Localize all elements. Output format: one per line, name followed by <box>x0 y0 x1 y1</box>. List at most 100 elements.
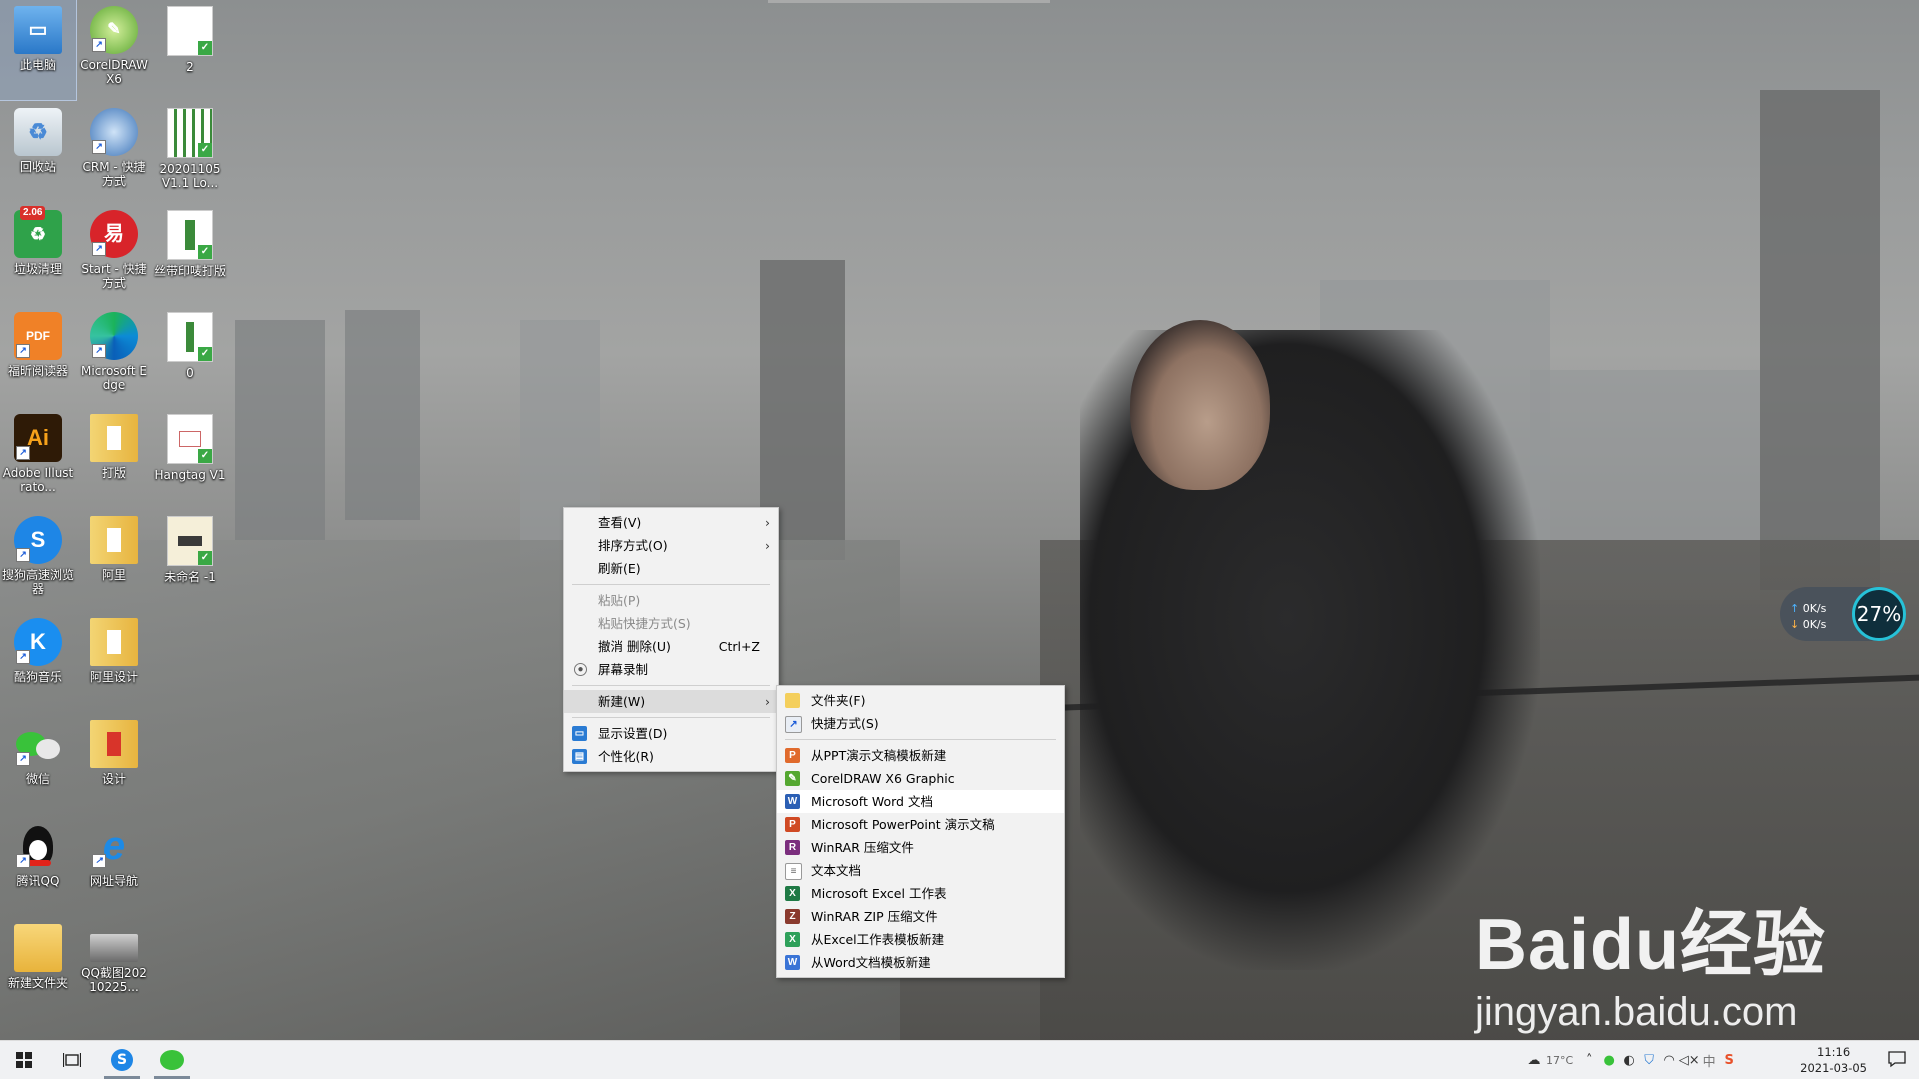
menu-separator <box>572 717 770 718</box>
tray-expand-chevron-icon[interactable]: ˄ <box>1579 1050 1599 1070</box>
cdr-file-icon: ✓ <box>167 6 213 56</box>
desktop-icon-file-20201105[interactable]: ✓ 20201105 V1.1 Lo... <box>152 102 228 202</box>
menu-item-label: 显示设置(D) <box>598 726 668 741</box>
menu-item-label: 粘贴(P) <box>598 593 641 608</box>
shield-icon[interactable]: ⛉ <box>1639 1050 1659 1070</box>
menu-item-personalize[interactable]: ▤ 个性化(R) <box>564 745 778 768</box>
new-item-winrar-zip[interactable]: Z WinRAR ZIP 压缩文件 <box>777 905 1064 928</box>
desktop-icon-wechat[interactable]: ↗ 微信 <box>0 714 76 814</box>
network-rates: ↑ 0K/s ↓ 0K/s <box>1790 601 1826 633</box>
new-item-coreldraw[interactable]: ✎ CorelDRAW X6 Graphic <box>777 767 1064 790</box>
taskbar-wechat[interactable] <box>148 1041 196 1079</box>
desktop-icon-qq-screenshot[interactable]: QQ截图20210225... <box>76 918 152 1018</box>
folder-icon <box>90 618 138 666</box>
menu-item-undo-delete[interactable]: 撤消 删除(U) Ctrl+Z <box>564 635 778 658</box>
desktop-icon-cleaner[interactable]: ♻ 2.06 垃圾清理 <box>0 204 76 304</box>
new-item-word[interactable]: W Microsoft Word 文档 <box>777 790 1064 813</box>
wifi-icon[interactable]: ◠ <box>1659 1050 1679 1070</box>
taskbar-clock[interactable]: 11:16 2021-03-05 <box>1800 1044 1867 1076</box>
desktop-icon-label: 网址导航 <box>89 874 138 888</box>
task-view-button[interactable] <box>48 1041 96 1079</box>
menu-item-label: WinRAR 压缩文件 <box>811 840 914 855</box>
desktop-icon-label: CRM - 快捷方式 <box>82 160 146 188</box>
display-icon: ▭ <box>572 726 587 741</box>
menu-item-screen-record[interactable]: ● 屏幕录制 <box>564 658 778 681</box>
desktop-icon-label: 打版 <box>101 466 126 480</box>
desktop-icon-design[interactable]: 设计 <box>76 714 152 814</box>
desktop-icon-foxit[interactable]: PDF ↗ 福昕阅读器 <box>0 306 76 406</box>
desktop-icon-label: 未命名 -1 <box>164 570 216 584</box>
menu-item-view[interactable]: 查看(V) › <box>564 511 778 534</box>
menu-item-display-settings[interactable]: ▭ 显示设置(D) <box>564 722 778 745</box>
volume-mute-icon[interactable]: ◁× <box>1679 1050 1700 1070</box>
desktop-icon-kugou[interactable]: K ↗ 酷狗音乐 <box>0 612 76 712</box>
cpu-usage-ring: 27% <box>1852 587 1906 641</box>
menu-item-label: 文件夹(F) <box>811 693 866 708</box>
menu-item-label: 排序方式(O) <box>598 538 668 553</box>
wechat-icon: ↗ <box>14 720 62 768</box>
desktop-icon-label: Hangtag V1 <box>154 468 226 482</box>
notification-center-button[interactable] <box>1887 1049 1909 1071</box>
taskbar: S ☁ 17°C ˄ ● ◐ ⛉ ◠ ◁× 中 S 11:16 2021-03-… <box>0 1040 1919 1079</box>
folder-icon <box>90 516 138 564</box>
desktop-icon-start[interactable]: 易 ↗ Start - 快捷方式 <box>76 204 152 304</box>
new-item-word-template[interactable]: W 从Word文档模板新建 <box>777 951 1064 974</box>
weather-cloud-icon[interactable]: ☁ <box>1522 1050 1546 1070</box>
new-item-excel-template[interactable]: X 从Excel工作表模板新建 <box>777 928 1064 951</box>
desktop-icon-label: 垃圾清理 <box>13 262 62 276</box>
desktop-icon-file-2[interactable]: ✓ 2 <box>152 0 228 100</box>
globe-icon: ↗ <box>90 108 138 156</box>
desktop-icon-illustrator[interactable]: Ai ↗ Adobe Illustrato... <box>0 408 76 508</box>
desktop-icon-untitled[interactable]: ✓ 未命名 -1 <box>152 510 228 610</box>
desktop-icon-qq[interactable]: ↗ 腾讯QQ <box>0 816 76 916</box>
upload-rate: 0K/s <box>1802 602 1827 615</box>
desktop-icon-label: 0 <box>186 366 194 380</box>
network-speed-widget[interactable]: ↑ 0K/s ↓ 0K/s 27% <box>1780 587 1906 641</box>
desktop-icon-recycle-bin[interactable]: ♻ 回收站 <box>0 102 76 202</box>
sogou-browser-icon: S ↗ <box>14 516 62 564</box>
desktop-icon-label: Adobe Illustrato... <box>2 466 74 494</box>
wechat-tray-icon[interactable]: ● <box>1599 1050 1619 1070</box>
desktop-icon-crm[interactable]: ↗ CRM - 快捷方式 <box>76 102 152 202</box>
taskbar-sogou-browser[interactable]: S <box>98 1041 146 1079</box>
menu-item-refresh[interactable]: 刷新(E) <box>564 557 778 580</box>
desktop-icon-label: 此电脑 <box>19 58 56 72</box>
desktop-icon-label: 搜狗高速浏览器 <box>2 568 75 596</box>
new-item-ppt-template[interactable]: P 从PPT演示文稿模板新建 <box>777 744 1064 767</box>
desktop-icon-ali[interactable]: 阿里 <box>76 510 152 610</box>
new-item-folder[interactable]: 文件夹(F) <box>777 689 1064 712</box>
desktop-icon-ribbon-label[interactable]: ✓ 丝带印唛打版 <box>152 204 228 304</box>
new-item-powerpoint[interactable]: P Microsoft PowerPoint 演示文稿 <box>777 813 1064 836</box>
menu-item-label: 查看(V) <box>598 515 642 530</box>
qq-tray-icon[interactable]: ◐ <box>1619 1050 1639 1070</box>
new-item-text-doc[interactable]: ≡ 文本文档 <box>777 859 1064 882</box>
new-item-shortcut[interactable]: ↗ 快捷方式(S) <box>777 712 1064 735</box>
menu-item-sort-by[interactable]: 排序方式(O) › <box>564 534 778 557</box>
folder-icon <box>785 693 800 708</box>
menu-item-new[interactable]: 新建(W) › <box>564 690 778 713</box>
desktop-icon-new-folder[interactable]: 新建文件夹 <box>0 918 76 1018</box>
folder-icon <box>90 414 138 462</box>
ime-icon[interactable]: 中 <box>1699 1050 1719 1070</box>
menu-item-label: 刷新(E) <box>598 561 641 576</box>
desktop-icon-sogou-browser[interactable]: S ↗ 搜狗高速浏览器 <box>0 510 76 610</box>
desktop-icon-this-pc[interactable]: ▭ 此电脑 <box>0 0 77 101</box>
menu-item-label: Microsoft PowerPoint 演示文稿 <box>811 817 995 832</box>
desktop-icon-label: 新建文件夹 <box>7 976 68 990</box>
desktop-icon-web-nav[interactable]: e ↗ 网址导航 <box>76 816 152 916</box>
desktop-icon-hangtag[interactable]: ✓ Hangtag V1 <box>152 408 228 508</box>
new-item-excel[interactable]: X Microsoft Excel 工作表 <box>777 882 1064 905</box>
coreldraw-icon: ✎ ↗ <box>90 6 138 54</box>
desktop-context-menu: 查看(V) › 排序方式(O) › 刷新(E) 粘贴(P) 粘贴快捷方式(S) 撤消… <box>563 507 779 772</box>
desktop-icon-coreldraw[interactable]: ✎ ↗ CorelDRAW X6 <box>76 0 152 100</box>
desktop-icon-ali-design[interactable]: 阿里设计 <box>76 612 152 712</box>
desktop-icon-label: Microsoft Edge <box>80 364 147 392</box>
new-item-winrar[interactable]: R WinRAR 压缩文件 <box>777 836 1064 859</box>
desktop-icon-label: 酷狗音乐 <box>13 670 62 684</box>
watermark-url: jingyan.baidu.com <box>1475 990 1798 1034</box>
desktop-icon-daban[interactable]: 打版 <box>76 408 152 508</box>
desktop-icon-file-0[interactable]: ✓ 0 <box>152 306 228 406</box>
sogou-ime-icon[interactable]: S <box>1719 1050 1739 1070</box>
desktop-icon-edge[interactable]: ↗ Microsoft Edge <box>76 306 152 406</box>
start-button[interactable] <box>0 1041 48 1079</box>
